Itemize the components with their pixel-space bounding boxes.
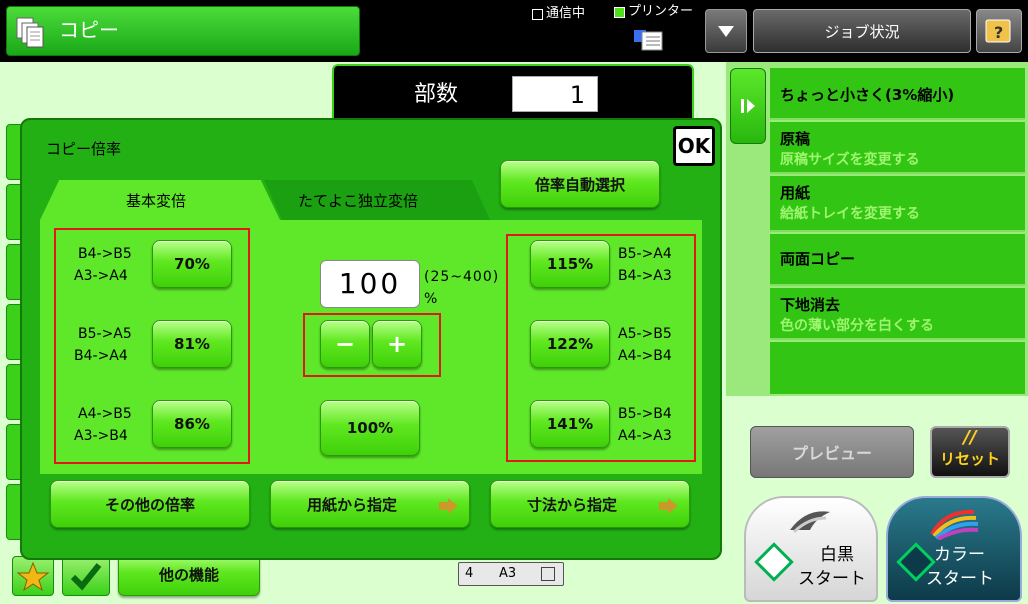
preset-70-line1: B4->B5	[78, 246, 132, 262]
favorite-button[interactable]	[12, 556, 54, 596]
tab-basic-label: 基本変倍	[126, 192, 187, 210]
preset-141-button[interactable]: 141%	[530, 400, 610, 448]
right-item-shrink[interactable]: ちょっと小さく(3%縮小)	[770, 68, 1025, 120]
ratio-input[interactable]: 100	[320, 260, 420, 308]
reset-100-label: 100%	[346, 419, 394, 437]
arrow-right-icon	[659, 498, 678, 514]
preset-86-label: 86%	[174, 415, 210, 433]
plus-button[interactable]: +	[372, 320, 422, 368]
preview-button[interactable]: プレビュー	[750, 426, 914, 478]
bw-toner-icon	[790, 511, 830, 534]
start-diamond-icon	[754, 542, 794, 582]
ratio-range-label: (25~400)	[424, 269, 500, 285]
ok-button[interactable]: OK	[673, 126, 715, 166]
preset-70-line2: A3->A4	[74, 268, 128, 284]
preset-86-button[interactable]: 86%	[152, 400, 232, 448]
comm-status-icon	[532, 9, 543, 20]
preset-81-line2: B4->A4	[74, 348, 128, 364]
reset-button[interactable]: // リセット	[930, 426, 1010, 478]
right-panel-toggle[interactable]	[730, 68, 766, 144]
preset-122-line2: A4->B4	[618, 348, 672, 364]
comm-status-label: 通信中	[546, 6, 586, 21]
tray-icon	[541, 567, 555, 581]
tab-basic-ratio[interactable]: 基本変倍	[40, 180, 280, 220]
from-size-button[interactable]: 寸法から指定	[490, 480, 690, 528]
dropdown-button[interactable]	[705, 9, 747, 53]
preset-81-button[interactable]: 81%	[152, 320, 232, 368]
other-ratio-label: その他の倍率	[104, 495, 195, 514]
tab-xy-independent[interactable]: たてよこ独立変倍	[264, 180, 490, 220]
minus-button[interactable]: −	[320, 320, 370, 368]
preset-115-button[interactable]: 115%	[530, 240, 610, 288]
help-book-icon: ?	[985, 19, 1011, 43]
preset-141-line1: B5->B4	[618, 406, 672, 422]
right-item-original[interactable]: 原稿 原稿サイズを変更する	[770, 122, 1025, 174]
reset-label: リセット	[939, 450, 1000, 468]
preset-141-line2: A4->A3	[618, 428, 672, 444]
right-item-duplex[interactable]: 両面コピー	[770, 234, 1025, 286]
preset-141-label: 141%	[546, 415, 594, 433]
other-functions-label: 他の機能	[158, 565, 219, 584]
color-start-line2: スタート	[926, 569, 994, 589]
arrow-right-icon	[439, 498, 458, 514]
chevron-down-icon	[718, 26, 734, 37]
preview-label: プレビュー	[791, 444, 872, 463]
ratio-unit-label: %	[424, 291, 438, 307]
bw-start-button[interactable]: 白黒 スタート	[744, 496, 878, 602]
tray-size: A3	[499, 566, 517, 581]
tab-xy-label: たてよこ独立変倍	[298, 192, 419, 210]
program-button[interactable]	[62, 556, 110, 596]
right-item-paper[interactable]: 用紙 給紙トレイを変更する	[770, 176, 1025, 232]
bw-start-line2: スタート	[798, 569, 866, 589]
preset-86-line1: A4->B5	[78, 406, 132, 422]
copies-label: 部数	[414, 82, 459, 107]
plus-label: +	[386, 330, 408, 358]
preset-122-button[interactable]: 122%	[530, 320, 610, 368]
other-ratio-button[interactable]: その他の倍率	[50, 480, 250, 528]
printer-status-label: プリンター	[628, 4, 694, 19]
bw-start-line1: 白黒	[820, 545, 854, 565]
auto-ratio-label: 倍率自動選択	[534, 175, 625, 194]
preset-81-line1: B5->A5	[78, 326, 132, 342]
preset-81-label: 81%	[174, 335, 210, 353]
ok-label: OK	[677, 134, 711, 158]
preset-122-label: 122%	[546, 335, 594, 353]
color-start-button[interactable]: カラー スタート	[886, 496, 1022, 602]
auto-ratio-button[interactable]: 倍率自動選択	[500, 160, 660, 208]
reset-100-button[interactable]: 100%	[320, 400, 420, 456]
dialog-title: コピー倍率	[46, 140, 122, 158]
preset-86-line2: A3->B4	[74, 428, 128, 444]
from-size-label: 寸法から指定	[527, 495, 618, 514]
tray-indicator: 4 A3	[458, 562, 564, 586]
svg-text:?: ?	[994, 23, 1003, 42]
color-toner-icon	[930, 509, 979, 540]
expand-arrow-icon	[741, 99, 755, 113]
help-button[interactable]: ?	[976, 9, 1022, 53]
checkmark-icon	[70, 563, 102, 591]
tray-number: 4	[465, 566, 474, 581]
right-item-background-erase[interactable]: 下地消去 色の薄い部分を白くする	[770, 288, 1025, 340]
reset-icon: //	[963, 427, 977, 448]
preset-70-label: 70%	[174, 255, 210, 273]
app-title-bar: コピー	[6, 6, 360, 56]
minus-label: −	[334, 330, 356, 358]
from-paper-button[interactable]: 用紙から指定	[270, 480, 470, 528]
star-icon	[16, 561, 50, 592]
printer-icon	[632, 26, 666, 52]
from-paper-label: 用紙から指定	[307, 495, 398, 514]
color-start-line1: カラー	[934, 545, 985, 565]
preset-115-line1: B5->A4	[618, 246, 672, 262]
copy-doc-icon	[15, 16, 45, 48]
preset-115-line2: B4->A3	[618, 268, 672, 284]
preset-115-label: 115%	[546, 255, 594, 273]
preset-70-button[interactable]: 70%	[152, 240, 232, 288]
preset-122-line1: A5->B5	[618, 326, 672, 342]
job-status-button[interactable]: ジョブ状況	[753, 9, 971, 53]
job-status-label: ジョブ状況	[824, 22, 900, 41]
app-title: コピー	[59, 18, 119, 42]
right-panel-filler	[770, 342, 1025, 394]
copies-input[interactable]: 1	[512, 76, 598, 112]
printer-status-icon	[614, 7, 625, 18]
